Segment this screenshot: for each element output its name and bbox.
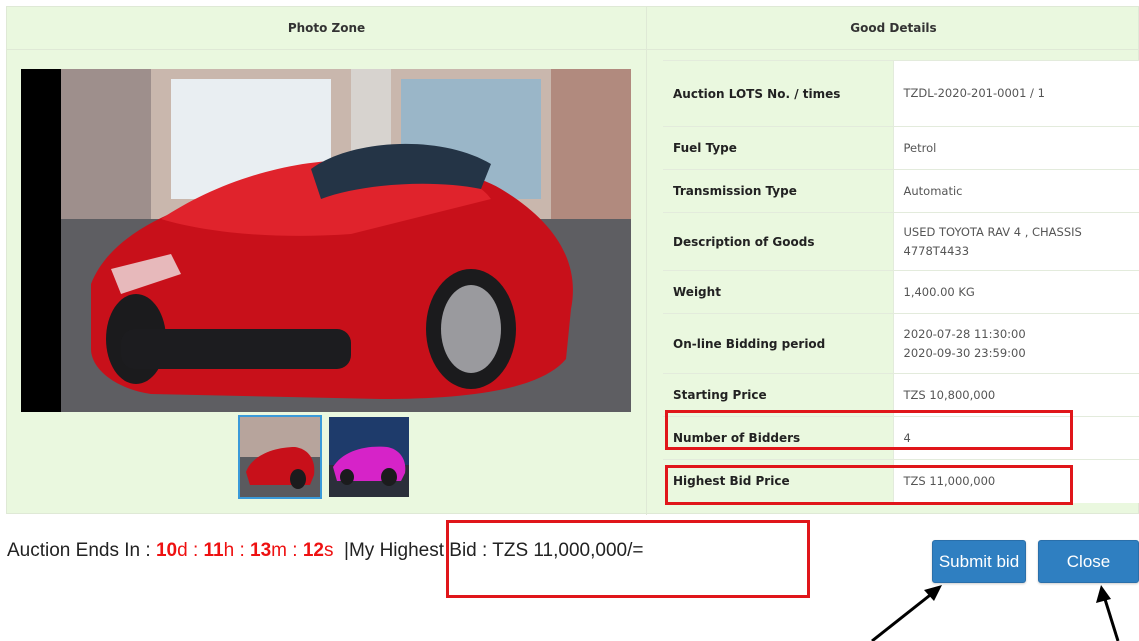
main-car-photo[interactable]	[21, 69, 631, 412]
bidding-period-end: 2020-09-30 23:59:00	[903, 345, 1026, 360]
photo-zone-header: Photo Zone	[287, 21, 366, 35]
detail-label: On-line Bidding period	[663, 313, 893, 374]
auction-ends-label: Auction Ends In :	[7, 540, 151, 561]
thumbnail-pink-car-image	[329, 417, 409, 497]
car-image	[21, 69, 631, 412]
close-button[interactable]: Close	[1038, 540, 1139, 583]
countdown-hours: 11	[203, 540, 224, 561]
arrow-to-submit-icon	[871, 585, 942, 641]
detail-row-description: Description of Goods USED TOYOTA RAV 4 ,…	[663, 212, 1139, 271]
highlight-highest-bid-price	[665, 465, 1073, 505]
thumbnail-red-car[interactable]	[238, 415, 322, 499]
detail-row-transmission: Transmission Type Automatic	[663, 169, 1139, 213]
detail-value: TZDL-2020-201-0001 / 1	[892, 60, 1139, 127]
detail-label: Transmission Type	[663, 169, 893, 213]
countdown-separator: :	[292, 540, 298, 561]
countdown-separator: :	[239, 540, 245, 561]
thumbnail-red-car-image	[240, 417, 320, 497]
column-divider	[646, 49, 647, 515]
detail-label: Weight	[663, 270, 893, 314]
header-divider	[7, 49, 1139, 50]
detail-row-fuel-type: Fuel Type Petrol	[663, 126, 1139, 170]
detail-row-auction-lots: Auction LOTS No. / times TZDL-2020-201-0…	[663, 60, 1139, 127]
bidding-period-start: 2020-07-28 11:30:00	[903, 326, 1026, 341]
detail-label: Auction LOTS No. / times	[663, 60, 893, 127]
highlight-number-of-bidders	[665, 410, 1073, 450]
detail-row-bidding-period: On-line Bidding period 2020-07-28 11:30:…	[663, 313, 1139, 374]
detail-row-weight: Weight 1,400.00 KG	[663, 270, 1139, 314]
countdown-separator: :	[192, 540, 199, 561]
countdown-hours-unit: h	[223, 540, 235, 561]
my-highest-bid: My Highest Bid : TZS 11,000,000/=	[348, 540, 644, 561]
submit-bid-button[interactable]: Submit bid	[932, 540, 1026, 583]
thumbnail-pink-car[interactable]	[327, 415, 411, 499]
detail-label: Description of Goods	[663, 212, 893, 271]
good-details-header: Good Details	[646, 7, 1139, 49]
detail-value: USED TOYOTA RAV 4 , CHASSIS 4778T4433	[892, 212, 1139, 271]
arrow-to-close-icon	[1096, 585, 1120, 641]
detail-value: Automatic	[892, 169, 1139, 213]
detail-value: Petrol	[892, 126, 1139, 170]
countdown-days: 10	[155, 540, 178, 561]
countdown-minutes-unit: m	[271, 540, 287, 561]
auction-status-line: Auction Ends In : 10d : 11h : 13m : 12s …	[7, 540, 643, 562]
countdown-seconds-unit: s	[323, 540, 334, 561]
detail-label: Fuel Type	[663, 126, 893, 170]
countdown-minutes: 13	[250, 540, 272, 561]
detail-value: 2020-07-28 11:30:00 2020-09-30 23:59:00	[892, 313, 1139, 374]
detail-value: 1,400.00 KG	[892, 270, 1139, 314]
countdown-days-unit: d	[177, 540, 188, 561]
countdown-seconds: 12	[302, 540, 324, 561]
